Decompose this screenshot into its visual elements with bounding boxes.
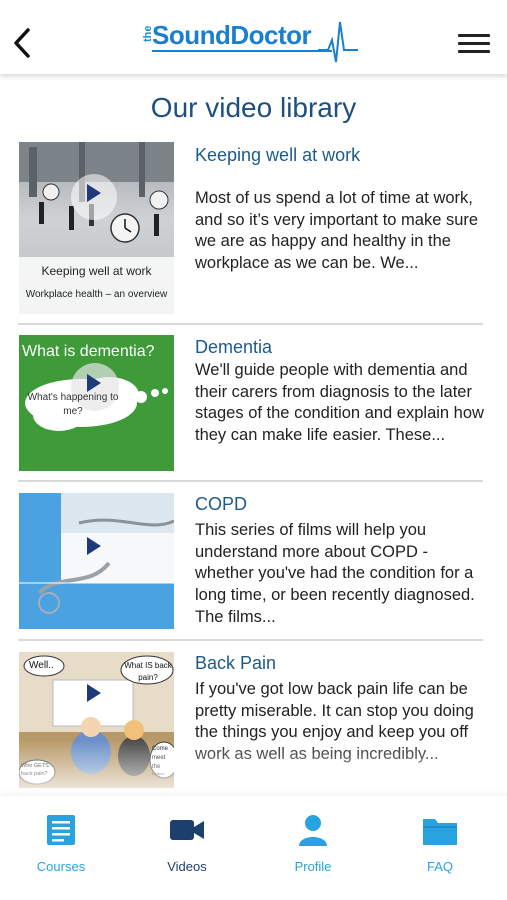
play-icon[interactable] bbox=[86, 184, 101, 202]
video-title[interactable]: Back Pain bbox=[195, 653, 276, 674]
thumbnail-bubble-text: Come meet the killer bbox=[152, 746, 169, 775]
video-title[interactable]: Keeping well at work bbox=[195, 145, 360, 166]
tab-profile[interactable]: Profile bbox=[263, 812, 363, 874]
thumbnail-bubble-text: Well.. bbox=[29, 660, 54, 671]
tab-faq[interactable]: FAQ bbox=[390, 812, 490, 874]
hamburger-icon bbox=[458, 34, 490, 37]
app-header: the SoundDoctor bbox=[0, 0, 507, 74]
stethoscope-chart-image bbox=[19, 493, 174, 629]
video-camera-icon bbox=[170, 820, 204, 840]
video-title[interactable]: COPD bbox=[195, 494, 247, 515]
hamburger-icon-line bbox=[458, 42, 490, 45]
bottom-tab-bar: Courses Videos Profile FAQ bbox=[0, 796, 507, 900]
page-title: Our video library bbox=[150, 92, 357, 123]
chevron-left-icon bbox=[14, 28, 30, 58]
thumbnail-bubble-text: What IS back pain? bbox=[124, 661, 172, 682]
video-description: This series of films will help you under… bbox=[195, 521, 475, 626]
video-description: We'll guide people with dementia and the… bbox=[195, 361, 484, 445]
video-description: Most of us spend a lot of time at work, … bbox=[195, 189, 479, 273]
play-icon[interactable] bbox=[86, 537, 101, 555]
hamburger-icon-line bbox=[458, 50, 490, 53]
logo-wordmark: SoundDoctor bbox=[152, 20, 312, 50]
play-icon[interactable] bbox=[86, 684, 101, 702]
thumbnail-bubble-text: What's happening to me? bbox=[27, 392, 119, 417]
video-title[interactable]: Dementia bbox=[195, 337, 272, 358]
tab-profile-label: Profile bbox=[294, 859, 332, 874]
video-description: If you've got low back pain life can be … bbox=[195, 680, 474, 764]
folder-icon bbox=[423, 819, 457, 845]
tab-courses-label: Courses bbox=[36, 859, 86, 874]
video-thumbnail[interactable]: Well.. What IS back pain? Come meet the … bbox=[19, 652, 174, 788]
logo-underline bbox=[152, 50, 332, 52]
thumbnail-subcaption: Workplace health – an overview bbox=[25, 289, 168, 300]
thumbnail-bubble-text: Who GETS back pain? bbox=[21, 763, 49, 777]
heartbeat-icon bbox=[318, 21, 358, 63]
tab-courses[interactable]: Courses bbox=[11, 812, 111, 874]
thumbnail-caption: Keeping well at work bbox=[41, 264, 152, 278]
list-item[interactable]: Keeping well at work Workplace health – … bbox=[18, 142, 483, 325]
courses-icon bbox=[47, 815, 75, 845]
play-icon[interactable] bbox=[86, 374, 101, 392]
user-icon bbox=[299, 815, 327, 846]
list-item[interactable]: COPD This series of films will help you … bbox=[18, 482, 483, 641]
video-thumbnail[interactable]: What is dementia? What's happening to me… bbox=[19, 335, 174, 471]
menu-button[interactable] bbox=[458, 34, 490, 54]
video-list: Keeping well at work Workplace health – … bbox=[18, 142, 484, 801]
sound-doctor-logo: the SoundDoctor bbox=[142, 14, 362, 66]
list-item[interactable]: What is dementia? What's happening to me… bbox=[18, 325, 484, 482]
tab-faq-label: FAQ bbox=[426, 859, 453, 874]
tab-videos-label: Videos bbox=[167, 859, 207, 874]
video-thumbnail[interactable] bbox=[19, 493, 174, 629]
video-thumbnail[interactable]: Keeping well at work Workplace health – … bbox=[19, 142, 174, 314]
tab-videos[interactable]: Videos bbox=[137, 812, 237, 874]
list-item[interactable]: Well.. What IS back pain? Come meet the … bbox=[18, 641, 483, 801]
back-button[interactable] bbox=[10, 26, 34, 60]
